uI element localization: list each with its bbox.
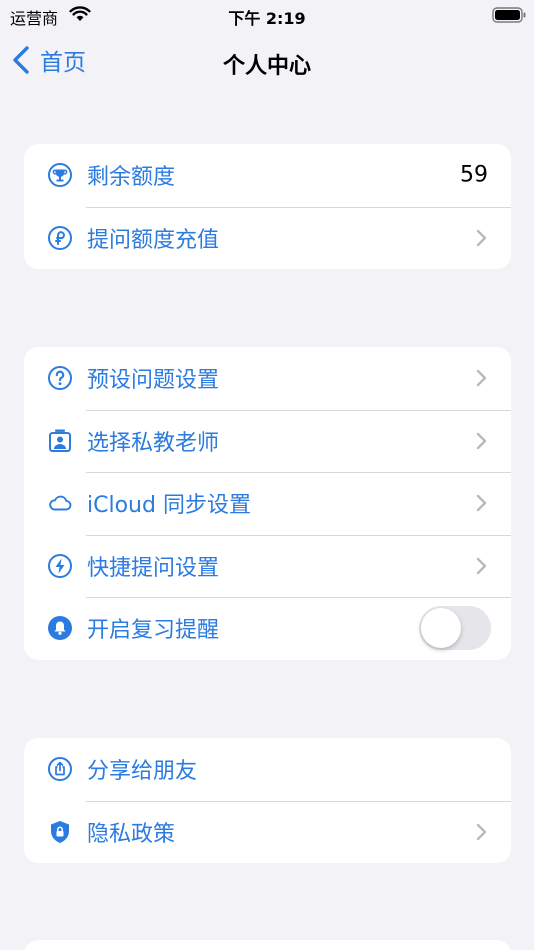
row-label: 剩余额度 xyxy=(87,165,176,191)
chevron-right-icon xyxy=(476,370,487,387)
status-bar: 运营商 下午 2:19 xyxy=(0,0,534,32)
row-label: 提问额度充值 xyxy=(87,227,220,253)
share-icon xyxy=(48,757,72,782)
chevron-right-icon xyxy=(476,229,487,246)
question-icon xyxy=(48,366,72,391)
row-label: 分享给朋友 xyxy=(87,759,198,785)
about-group: 分享给朋友 隐私政策 xyxy=(24,738,511,863)
row-review-reminder: 开启复习提醒 xyxy=(24,597,511,660)
row-recharge[interactable]: 提问额度充值 xyxy=(24,206,511,270)
row-label: 预设问题设置 xyxy=(87,368,220,394)
chevron-right-icon xyxy=(476,823,487,840)
recharge-icon xyxy=(48,225,72,250)
row-label: 隐私政策 xyxy=(87,821,176,847)
status-time: 下午 2:19 xyxy=(228,9,306,28)
bolt-icon xyxy=(48,553,72,578)
row-label: iCloud 同步设置 xyxy=(87,493,251,519)
shield-icon xyxy=(51,820,69,843)
row-quick-question[interactable]: 快捷提问设置 xyxy=(24,534,511,598)
quota-value: 59 xyxy=(460,162,488,188)
row-label: 快捷提问设置 xyxy=(87,555,220,581)
review-reminder-toggle[interactable] xyxy=(419,606,491,651)
teacher-icon xyxy=(49,429,71,452)
settings-group: 预设问题设置 选择私教老师 iCloud 同步设置 快捷提问设置 开启复习提醒 xyxy=(24,347,511,660)
chevron-right-icon xyxy=(476,495,487,512)
trophy-icon xyxy=(48,163,72,188)
row-icloud-sync[interactable]: iCloud 同步设置 xyxy=(24,472,511,535)
more-group-partial xyxy=(24,940,511,950)
row-privacy-policy[interactable]: 隐私政策 xyxy=(24,800,511,864)
row-label: 选择私教老师 xyxy=(87,430,220,456)
chevron-right-icon xyxy=(476,432,487,449)
navigation-bar: 首页 个人中心 xyxy=(0,36,534,86)
quota-group: 剩余额度 59 提问额度充值 xyxy=(24,144,511,269)
row-select-teacher[interactable]: 选择私教老师 xyxy=(24,409,511,473)
bell-icon xyxy=(48,616,72,641)
row-preset-questions[interactable]: 预设问题设置 xyxy=(24,347,511,410)
toggle-knob xyxy=(421,608,461,649)
battery-icon xyxy=(492,7,526,23)
page-title: 个人中心 xyxy=(222,54,311,79)
chevron-right-icon xyxy=(476,557,487,574)
row-share-friends[interactable]: 分享给朋友 xyxy=(24,738,511,801)
row-remaining-quota[interactable]: 剩余额度 59 xyxy=(24,144,511,207)
cloud-icon xyxy=(49,495,72,511)
row-label: 开启复习提醒 xyxy=(87,618,220,644)
